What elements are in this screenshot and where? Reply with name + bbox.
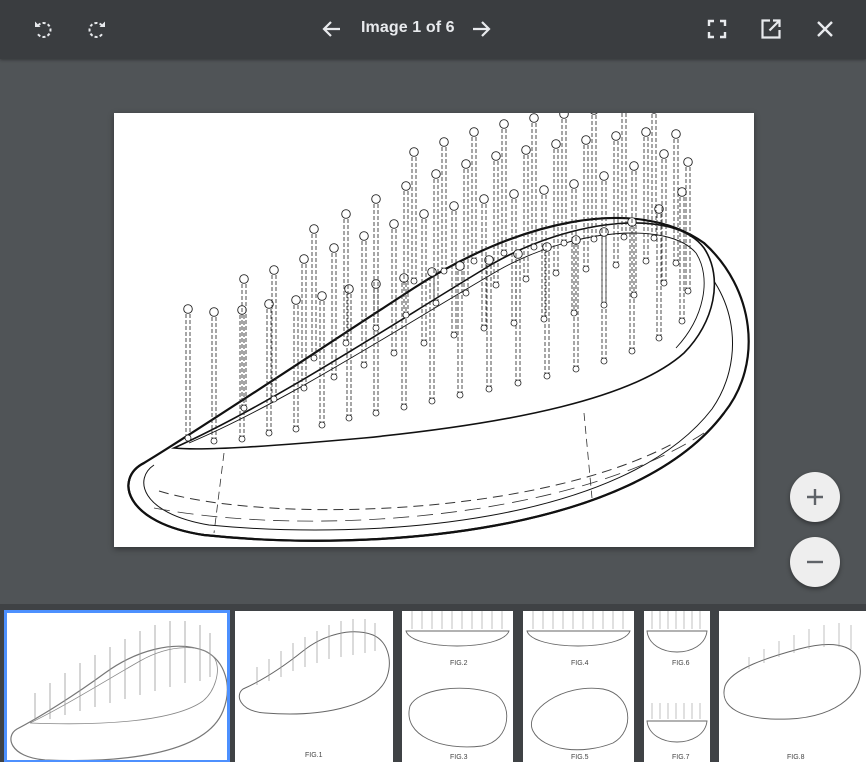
figure-caption: FIG.3 [450,754,468,761]
thumbnail-image: FIG.8 [723,623,861,761]
close-icon [817,21,833,37]
viewer-toolbar: Image 1 of 6 [0,0,866,59]
rotate-left-button[interactable] [28,14,58,44]
thumbnail-6[interactable]: FIG.8 [719,611,866,762]
figure-caption: FIG.5 [571,754,589,761]
thumbnail-image: FIG.2 FIG.3 [405,611,510,761]
thumbnail-2[interactable]: FIG.1 [235,611,393,762]
figure-caption: FIG.8 [787,754,805,761]
thumbnail-3[interactable]: FIG.2 FIG.3 [402,611,513,762]
thumbnail-image: FIG.6 FIG.7 [646,611,708,761]
thumbnail-1[interactable] [4,610,230,762]
hairbrush-patent-drawing [127,113,750,542]
arrow-left-icon [322,21,340,37]
fullscreen-button[interactable] [702,14,732,44]
rotate-right-button[interactable] [82,14,112,44]
open-in-new-icon [761,19,781,39]
minus-icon [807,560,823,564]
fullscreen-icon [707,19,727,39]
image-counter: Image 1 of 6 [361,19,455,36]
figure-caption: FIG.1 [305,752,323,759]
plus-icon [807,489,823,505]
thumbnail-image: FIG.1 [238,619,390,759]
rotate-left-icon [35,21,52,38]
thumbnail-4[interactable]: FIG.4 FIG.5 [523,611,634,762]
next-image-button[interactable] [466,14,496,44]
thumbnail-5[interactable]: FIG.6 FIG.7 [644,611,710,762]
figure-caption: FIG.7 [672,754,690,761]
previous-image-button[interactable] [317,14,347,44]
open-in-new-tab-button[interactable] [756,14,786,44]
figure-caption: FIG.6 [672,660,690,667]
close-button[interactable] [810,14,840,44]
thumbnail-strip: FIG.1 FIG.2 FIG.3 FIG.4 FIG.5 FIG.6 FIG.… [0,604,866,762]
thumbnail-image: FIG.4 FIG.5 [526,611,631,761]
image-stage [0,59,866,604]
zoom-in-button[interactable] [790,472,840,522]
thumbnail-image [10,621,228,762]
main-image [114,113,754,547]
figure-caption: FIG.4 [571,660,589,667]
rotate-right-icon [88,21,105,38]
arrow-right-icon [473,21,491,37]
zoom-out-button[interactable] [790,537,840,587]
figure-caption: FIG.2 [450,660,468,667]
